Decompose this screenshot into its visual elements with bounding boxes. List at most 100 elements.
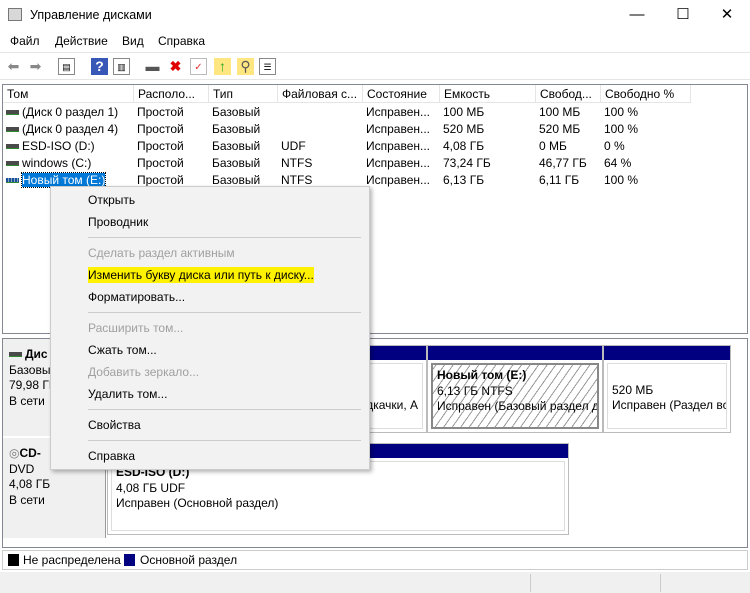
menu-item[interactable]: Удалить том... [88, 386, 167, 402]
menu-item[interactable]: Форматировать... [88, 289, 185, 305]
cd-icon [6, 144, 19, 150]
cell-type: Базовый [209, 104, 260, 121]
cell-free: 0 МБ [536, 138, 567, 155]
column-filesystem[interactable]: Файловая с... [278, 85, 363, 103]
volume-row[interactable]: ESD-ISO (D:) Простой Базовый UDF Исправен...… [3, 138, 747, 155]
maximize-button[interactable]: ☐ [660, 0, 706, 30]
forward-icon[interactable]: ➡ [27, 58, 44, 75]
cell-text: 520 МБ [539, 122, 581, 136]
up-icon[interactable]: ↑ [214, 58, 231, 75]
action-pane-icon[interactable]: ▥ [113, 58, 130, 75]
volume-row[interactable]: windows (C:) Простой Базовый NTFS Исправен..… [3, 155, 747, 172]
minimize-button[interactable]: — [614, 0, 660, 30]
menu-item[interactable]: Проводник [88, 214, 148, 230]
disk-icon [6, 127, 19, 133]
column-type[interactable]: Тип [209, 85, 278, 103]
menu-bar: Файл Действие Вид Справка [0, 30, 750, 52]
menu-item[interactable]: Сжать том... [88, 342, 157, 358]
cd-icon: ◎ [9, 446, 20, 460]
disk-icon [6, 110, 19, 116]
partition-status: Исправен (Основной раздел) [116, 496, 279, 510]
menu-item[interactable]: Открыть [88, 192, 135, 208]
cell-text: Простой [137, 105, 184, 119]
legend-swatch-unallocated [8, 554, 19, 566]
volume-row[interactable]: (Диск 0 раздел 1) Простой Базовый Исправен.… [3, 104, 747, 121]
connect-disk-icon[interactable]: ▬ [144, 58, 161, 75]
column-layout[interactable]: Располо... [134, 85, 209, 103]
app-icon [8, 8, 22, 21]
window-title: Управление дисками [30, 8, 152, 22]
close-button[interactable]: ✕ [704, 0, 750, 30]
cell-capacity: 73,24 ГБ [440, 155, 491, 172]
partition-header [428, 346, 602, 360]
delete-icon[interactable]: ✖ [167, 58, 184, 75]
cell-free_pct: 64 % [601, 155, 631, 172]
cell-text: (Диск 0 раздел 1) [22, 105, 119, 119]
partition-size: 520 МБ [612, 382, 654, 397]
cell-text: 6,13 ГБ [443, 173, 485, 187]
cell-layout: Простой [134, 104, 184, 121]
cell-text: 100 МБ [443, 105, 485, 119]
properties-icon[interactable]: ✓ [190, 58, 207, 75]
menu-view[interactable]: Вид [122, 34, 144, 48]
cell-text: Базовый [212, 139, 261, 153]
legend-swatch-primary [124, 554, 135, 566]
menu-help[interactable]: Справка [158, 34, 205, 48]
cell-text: Простой [137, 122, 184, 136]
cell-text: NTFS [281, 156, 313, 170]
menu-item: Добавить зеркало... [88, 365, 200, 379]
column-status[interactable]: Состояние [363, 85, 440, 103]
column-volume[interactable]: Том [3, 85, 134, 103]
help-icon[interactable]: ? [91, 58, 108, 75]
partition-status: Исправен (Раздел вс [612, 398, 727, 412]
cell-status: Исправен... [363, 138, 430, 155]
cell-text: 6,11 ГБ [539, 173, 580, 187]
cell-text: Простой [137, 173, 184, 187]
disk-name: Дис [25, 347, 48, 361]
cell-text: Простой [137, 156, 184, 170]
partition-recovery[interactable]: 520 МБ Исправен (Раздел вс [603, 345, 731, 433]
cell-status: Исправен... [363, 155, 430, 172]
search-icon[interactable]: ⚲ [237, 58, 254, 75]
console-tree-icon[interactable]: ▤ [58, 58, 75, 75]
cell-free: 6,11 ГБ [536, 172, 579, 189]
disk-icon [6, 161, 19, 167]
cell-text: 73,24 ГБ [443, 156, 491, 170]
cell-free_pct: 0 % [601, 138, 625, 155]
cell-text: 100 % [604, 122, 639, 136]
cell-text: Базовый [212, 122, 261, 136]
cell-name: windows (C:) [3, 155, 91, 172]
cell-text: Исправен... [366, 122, 431, 136]
menu-separator [88, 440, 361, 441]
cell-capacity: 520 МБ [440, 121, 484, 138]
column-free-percent[interactable]: Свободно % [601, 85, 691, 103]
back-icon[interactable]: ⬅ [5, 58, 22, 75]
cell-text: Исправен... [366, 139, 431, 153]
cell-text: ESD-ISO (D:) [22, 139, 95, 153]
cell-status: Исправен... [363, 104, 430, 121]
cell-fs: NTFS [278, 155, 312, 172]
menu-file[interactable]: Файл [10, 34, 40, 48]
cell-capacity: 6,13 ГБ [440, 172, 484, 189]
menu-item[interactable]: Изменить букву диска или путь к диску... [88, 267, 314, 283]
cell-text: Исправен... [366, 156, 431, 170]
menu-item: Сделать раздел активным [88, 246, 235, 260]
column-free[interactable]: Свобод... [536, 85, 601, 103]
list-icon[interactable]: ☰ [259, 58, 276, 75]
partition-e[interactable]: Новый том (E:) 6,13 ГБ NTFS Исправен (Ба… [427, 345, 603, 433]
cell-status: Исправен... [363, 121, 430, 138]
partition-status: Исправен (Базовый раздел ди [437, 399, 599, 413]
cell-type: Базовый [209, 155, 260, 172]
cell-name: ESD-ISO (D:) [3, 138, 95, 155]
column-capacity[interactable]: Емкость [440, 85, 536, 103]
cell-text: Исправен... [366, 173, 431, 187]
volume-row[interactable]: (Диск 0 раздел 4) Простой Базовый Исправен.… [3, 121, 747, 138]
menu-action[interactable]: Действие [55, 34, 108, 48]
cell-text: 64 % [604, 156, 632, 170]
cell-free_pct: 100 % [601, 172, 638, 189]
partition-name: Новый том (E:) [437, 368, 527, 382]
status-bar [0, 572, 750, 593]
cell-text: (Диск 0 раздел 4) [22, 122, 119, 136]
menu-item[interactable]: Свойства [88, 417, 141, 433]
menu-item[interactable]: Справка [88, 448, 135, 464]
